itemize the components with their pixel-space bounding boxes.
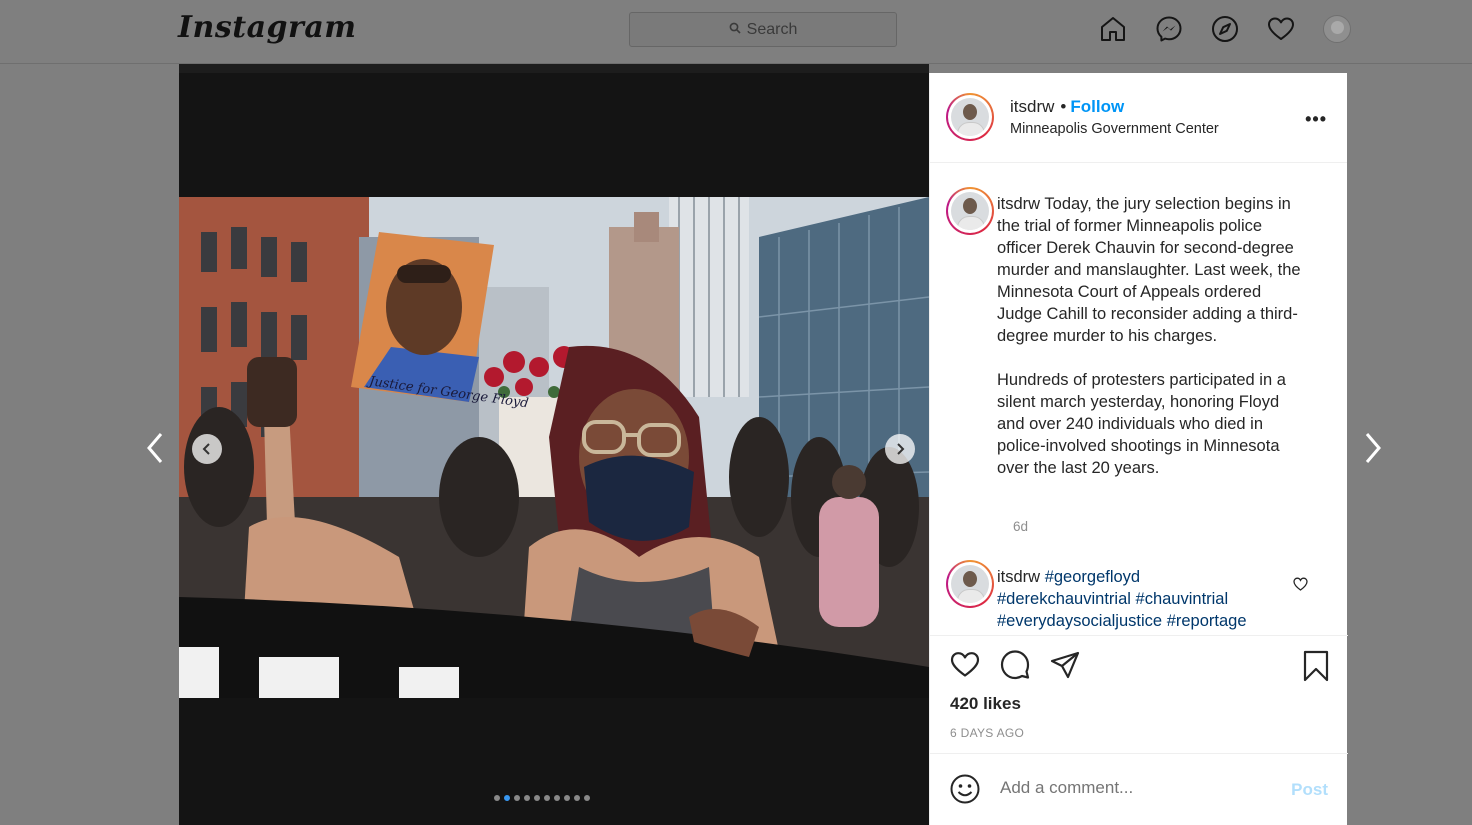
post-details-panel: itsdrw • Follow Minneapolis Government Cen… <box>929 73 1348 825</box>
comments-list[interactable]: itsdrw Today, the jury selection begins … <box>930 163 1348 635</box>
protest-photo: Justice for George Floyd <box>179 197 929 698</box>
carousel-dot <box>584 795 590 801</box>
explore-icon[interactable] <box>1210 14 1240 44</box>
search-icon <box>729 21 741 39</box>
heart-icon[interactable] <box>1266 14 1296 44</box>
next-post-arrow-icon[interactable] <box>1358 430 1388 466</box>
carousel-dot <box>574 795 580 801</box>
carousel-dot <box>504 795 510 801</box>
previous-slide-button[interactable] <box>192 434 222 464</box>
instagram-logo[interactable]: Instagram <box>178 10 357 45</box>
hashtag-link[interactable]: #georgefloyd <box>1045 568 1140 586</box>
caption-time[interactable]: 6d <box>1013 519 1028 534</box>
add-comment-input[interactable] <box>1000 778 1270 798</box>
carousel-dot <box>544 795 550 801</box>
home-icon[interactable] <box>1098 14 1128 44</box>
like-comment-heart-icon[interactable] <box>1293 577 1308 596</box>
share-paper-plane-icon[interactable] <box>1050 650 1080 685</box>
comment-avatar[interactable] <box>946 560 994 608</box>
search-placeholder: Search <box>746 20 798 38</box>
carousel-dot <box>524 795 530 801</box>
location-link[interactable]: Minneapolis Government Center <box>1010 121 1219 137</box>
likes-count[interactable]: 420 likes <box>950 694 1021 714</box>
post-modal: Justice for George Floyd itsdrw • Follow… <box>179 64 1348 825</box>
post-actions: 420 likes 6 DAYS AGO <box>930 635 1348 753</box>
hashtag-link[interactable]: #reportage <box>1167 612 1247 630</box>
carousel-dot <box>534 795 540 801</box>
carousel-dot <box>494 795 500 801</box>
hashtag-link[interactable]: #everydaysocialjustice <box>997 612 1162 630</box>
caption: itsdrw Today, the jury selection begins … <box>997 193 1307 479</box>
caption-avatar[interactable] <box>946 187 994 235</box>
separator-dot: • <box>1060 97 1067 116</box>
comment-bubble-icon[interactable] <box>1000 650 1030 685</box>
caption-username[interactable]: itsdrw <box>997 195 1040 213</box>
messenger-icon[interactable] <box>1154 14 1184 44</box>
user-avatar[interactable] <box>946 93 994 141</box>
adjacent-media-strip <box>179 64 929 73</box>
post-timestamp[interactable]: 6 DAYS AGO <box>950 726 1024 740</box>
hashtag-link[interactable]: #chauvintrial <box>1136 590 1229 608</box>
previous-post-arrow-icon[interactable] <box>140 430 170 466</box>
more-options-icon[interactable]: ••• <box>1305 109 1327 130</box>
post-media[interactable]: Justice for George Floyd <box>179 64 929 825</box>
post-header: itsdrw • Follow Minneapolis Government Cen… <box>930 73 1347 163</box>
carousel-dot <box>514 795 520 801</box>
next-slide-button[interactable] <box>885 434 915 464</box>
emoji-smiley-icon[interactable] <box>950 774 980 809</box>
carousel-dot <box>554 795 560 801</box>
carousel-indicator <box>494 795 590 801</box>
username-link[interactable]: itsdrw <box>1010 97 1054 116</box>
caption-text: Today, the jury selection begins in the … <box>997 195 1301 477</box>
save-bookmark-icon[interactable] <box>1302 650 1330 687</box>
follow-button[interactable]: Follow <box>1070 97 1124 116</box>
comment: itsdrw #georgefloyd #derekchauvintrial #… <box>997 566 1277 632</box>
top-navigation: Instagram Search <box>0 0 1472 64</box>
profile-avatar[interactable] <box>1322 14 1352 44</box>
comment-username[interactable]: itsdrw <box>997 568 1040 586</box>
post-comment-button[interactable]: Post <box>1291 780 1328 800</box>
search-input[interactable]: Search <box>629 12 897 47</box>
like-heart-icon[interactable] <box>950 650 980 685</box>
comment-form: Post <box>930 753 1348 825</box>
hashtag-link[interactable]: #derekchauvintrial <box>997 590 1131 608</box>
carousel-dot <box>564 795 570 801</box>
